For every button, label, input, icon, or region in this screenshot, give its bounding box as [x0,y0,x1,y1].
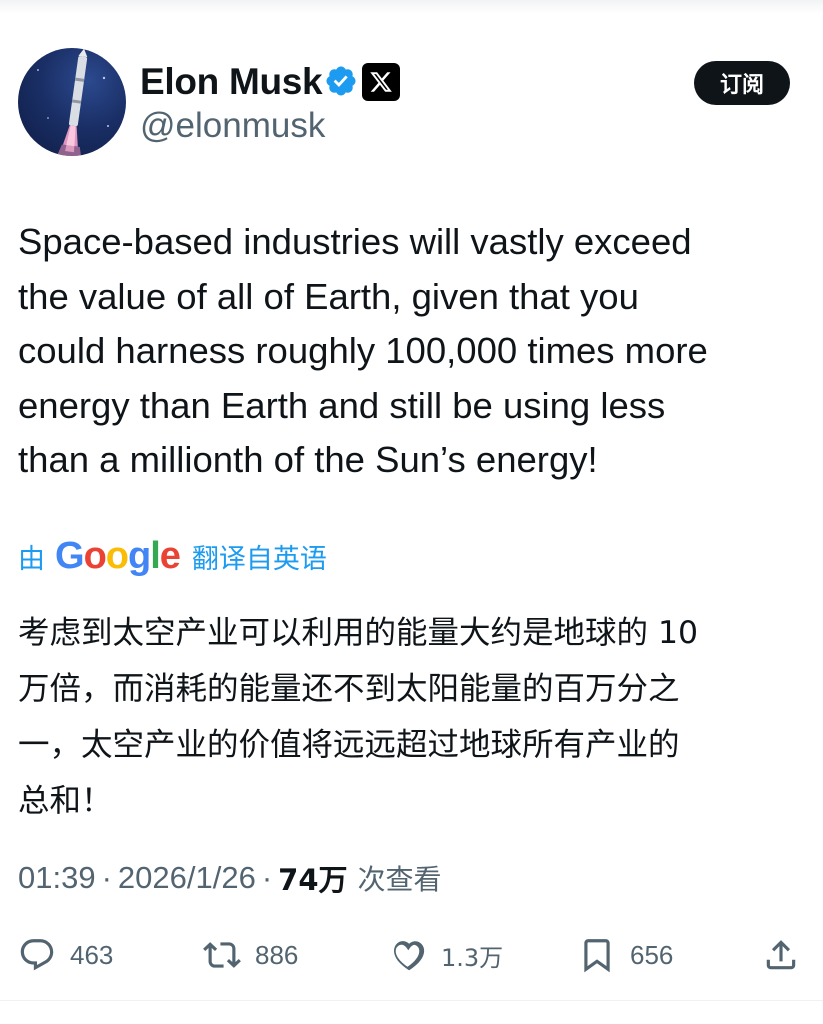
divider [0,1000,823,1001]
bookmark-icon [584,939,610,973]
tweet-text-line: than a millionth of the Sun’s energy! [18,439,598,480]
tweet-text-line: energy than Earth and still be using les… [18,384,666,426]
translated-text-line: 万倍，而消耗的能量还不到太阳能量的百万分之 [18,671,680,707]
reply-button[interactable]: 463 [18,930,113,980]
tweet-time[interactable]: 01:39 [18,860,96,896]
subscribe-button[interactable]: 订阅 [694,61,790,105]
translation-attribution[interactable]: 由 Google 翻译自英语 [18,532,327,580]
tweet-date[interactable]: 2026/1/26 [118,860,256,896]
google-logo-letter: e [159,534,181,577]
tweet-text-line: could harness roughly 100,000 times more [18,330,708,371]
translated-text: 考虑到太空产业可以利用的能量大约是地球的 10 万倍，而消耗的能量还不到太阳能量… [18,605,808,829]
top-edge-shade [0,0,823,14]
google-logo-letter: o [105,534,129,577]
heart-icon [393,941,425,971]
x-logo-icon [362,63,400,101]
like-button[interactable]: 1.3万 [389,930,503,980]
translated-text-line: 总和！ [18,783,113,819]
avatar-rocket-image [37,48,109,156]
translated-text-line: 一，太空产业的价值将远远超过地球所有产业的 [18,727,680,763]
google-logo-letter: G [55,534,85,577]
google-logo-letter: g [128,534,151,577]
translated-text-line: 考虑到太空产业可以利用的能量大约是地球的 10 [18,615,699,651]
share-button[interactable] [762,930,800,980]
bookmark-count: 656 [630,939,674,970]
meta-separator: · [261,860,273,895]
share-upload-icon [766,940,796,970]
translation-prefix: 由 [18,543,45,575]
google-logo-letter: l [150,534,161,577]
google-logo-letter: o [83,534,107,577]
handle[interactable]: @elonmusk [140,106,325,146]
display-name[interactable]: Elon Musk [140,60,323,104]
action-bar: 463 886 1.3万 656 [0,930,823,980]
tweet-text-line: Space-based industries will vastly excee… [18,221,692,262]
tweet-text-line: the value of all of Earth, given that yo… [18,275,639,317]
translation-suffix: 翻译自英语 [191,543,327,575]
bookmark-button[interactable]: 656 [578,930,673,980]
tweet-text: Space-based industries will vastly excee… [18,215,810,488]
avatar[interactable] [18,48,126,156]
tweet-meta: 01:39 · 2026/1/26 · 74万 次查看 [18,855,442,901]
repost-count: 886 [255,939,299,970]
google-logo: Google [55,534,181,578]
repost-button[interactable]: 886 [203,930,298,980]
views-label: 次查看 [357,863,442,896]
reply-bubble-icon [20,939,54,971]
meta-separator: · [101,860,112,895]
views-count: 74万 [278,863,348,897]
repost-arrows-icon [203,942,241,968]
reply-count: 463 [70,939,114,970]
verified-badge-icon [326,66,356,96]
like-count: 1.3万 [441,943,504,972]
